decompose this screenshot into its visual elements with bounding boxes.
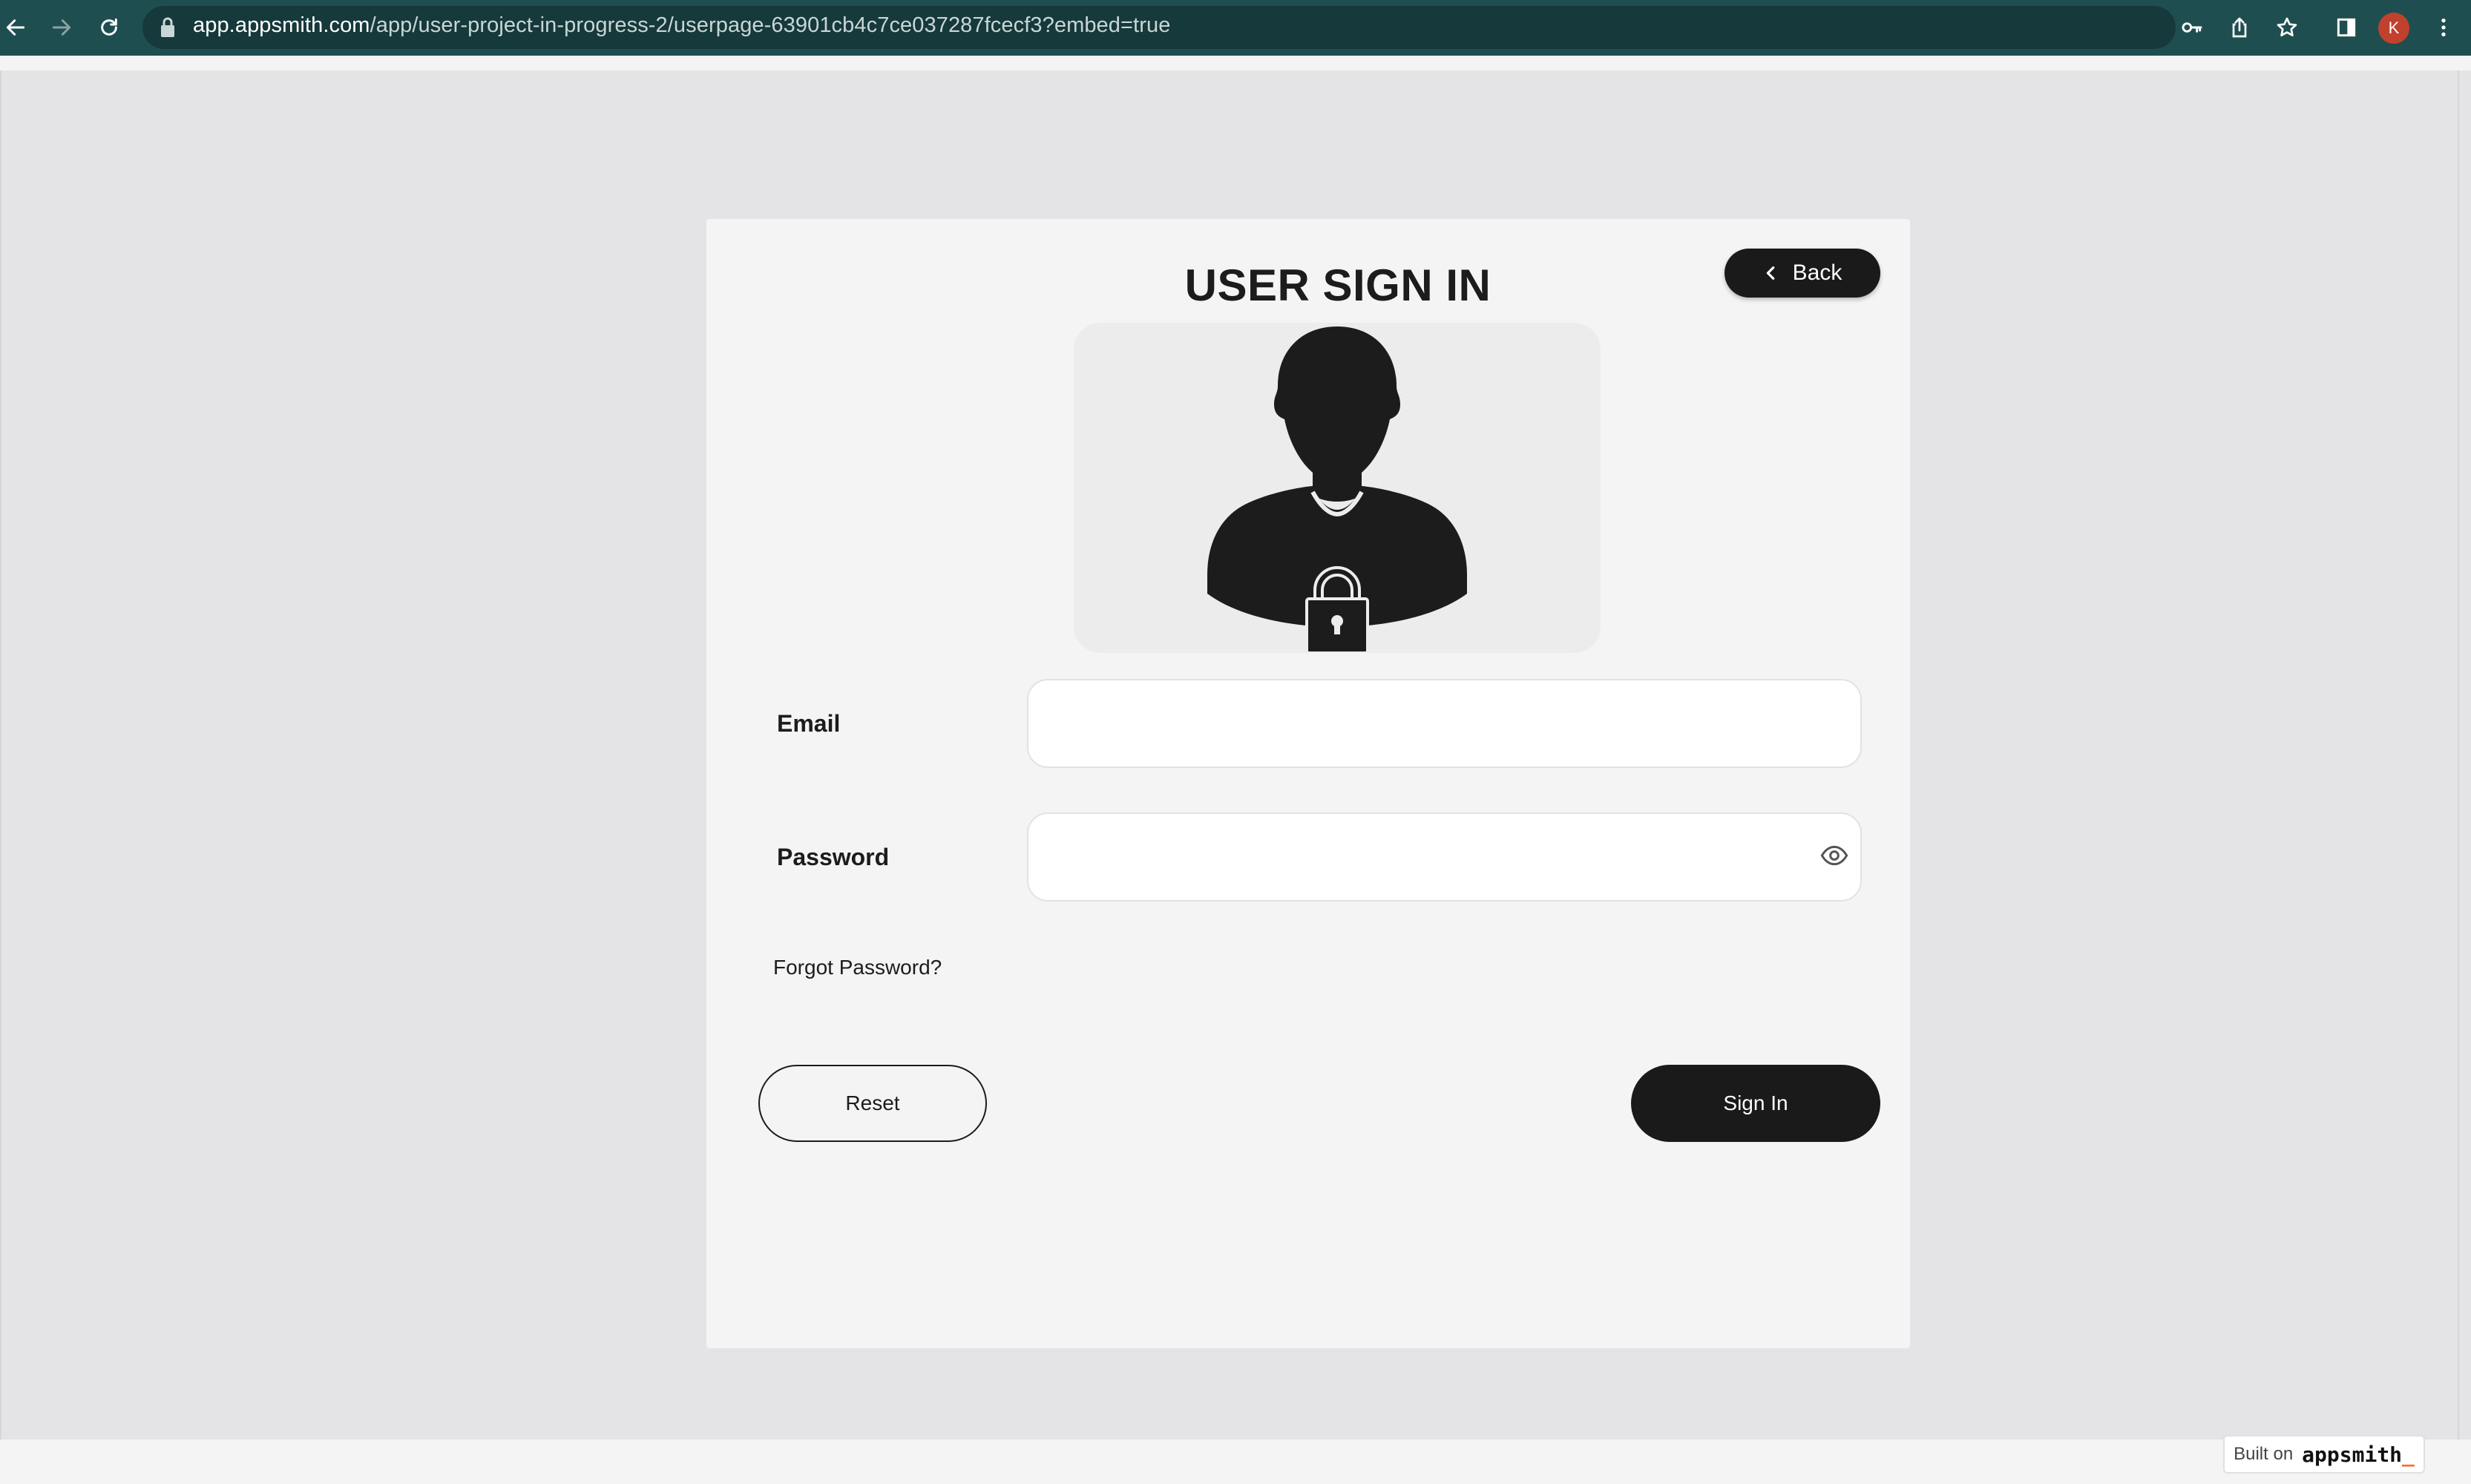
browser-toolbar: app.appsmith.com/app/user-project-in-pro… bbox=[0, 0, 2471, 56]
built-on-label: Built on bbox=[2234, 1444, 2294, 1464]
sign-in-button[interactable]: Sign In bbox=[1631, 1065, 1880, 1142]
forward-arrow-icon[interactable] bbox=[43, 9, 80, 46]
url-path: /app/user-project-in-progress-2/userpage… bbox=[370, 13, 1171, 37]
kebab-menu-icon[interactable] bbox=[2429, 13, 2458, 42]
share-icon[interactable] bbox=[2225, 13, 2254, 42]
chevron-left-icon bbox=[1766, 266, 1774, 280]
password-label: Password bbox=[777, 844, 890, 870]
lock-icon bbox=[161, 17, 174, 37]
key-icon[interactable] bbox=[2178, 13, 2206, 42]
forgot-password-link[interactable]: Forgot Password? bbox=[773, 956, 942, 979]
reset-button[interactable]: Reset bbox=[758, 1065, 987, 1142]
toolbar-divider bbox=[0, 56, 2471, 70]
password-field[interactable] bbox=[1027, 812, 1862, 902]
built-on-badge[interactable]: Built on appsmith_ bbox=[2223, 1435, 2425, 1474]
profile-avatar[interactable]: K bbox=[2378, 13, 2409, 44]
brand-underscore: _ bbox=[2402, 1442, 2415, 1467]
back-button-label: Back bbox=[1792, 260, 1842, 285]
url-text[interactable]: app.appsmith.com/app/user-project-in-pro… bbox=[193, 13, 1170, 38]
user-lock-icon bbox=[1207, 326, 1467, 653]
star-icon[interactable] bbox=[2273, 13, 2301, 42]
back-button[interactable]: Back bbox=[1725, 249, 1880, 298]
back-arrow-icon[interactable] bbox=[0, 9, 34, 46]
brand-text: appsmith bbox=[2302, 1442, 2403, 1467]
bottom-strip bbox=[0, 1439, 2471, 1484]
user-lock-image bbox=[1074, 323, 1601, 653]
reload-icon[interactable] bbox=[91, 9, 128, 46]
url-host: app.appsmith.com bbox=[193, 13, 370, 37]
email-label: Email bbox=[777, 710, 841, 737]
sign-in-card: USER SIGN IN Back Email Password Forgot … bbox=[706, 219, 1910, 1348]
email-field[interactable] bbox=[1027, 679, 1862, 768]
sidebar-icon[interactable] bbox=[2332, 13, 2360, 42]
app-canvas: USER SIGN IN Back Email Password Forgot … bbox=[0, 70, 2459, 1439]
eye-icon[interactable] bbox=[1819, 841, 1849, 870]
appsmith-logo: appsmith_ bbox=[2302, 1442, 2415, 1467]
